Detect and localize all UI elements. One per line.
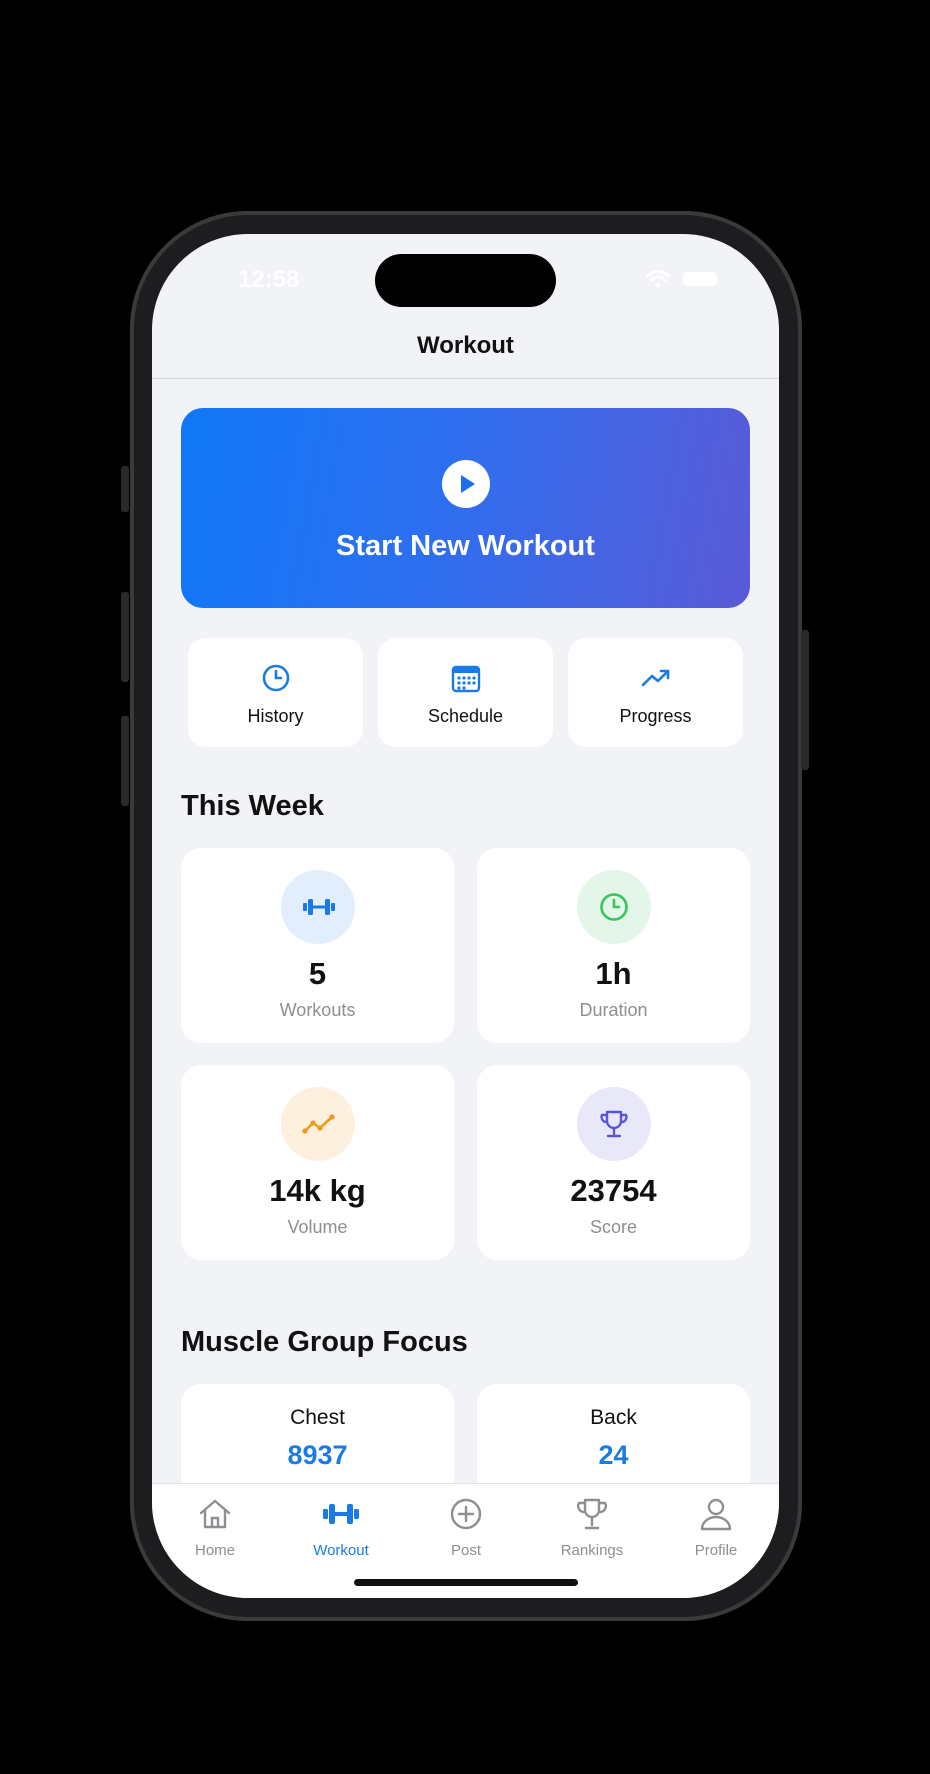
stat-value: 23754 — [570, 1173, 657, 1208]
action-button — [121, 466, 129, 512]
home-indicator — [354, 1579, 578, 1586]
stat-label: Score — [589, 1217, 638, 1237]
tab-profile[interactable]: Profile — [653, 1494, 779, 1559]
this-week-heading: This Week — [181, 790, 324, 822]
stat-card-duration[interactable]: 1h Duration — [477, 848, 750, 1043]
stat-value: 5 — [308, 956, 327, 991]
volume-down-button — [121, 716, 129, 806]
schedule-label: Schedule — [427, 706, 504, 726]
tab-label: Home — [194, 1542, 235, 1559]
dumbbell-icon — [323, 1504, 359, 1524]
stat-label: Workouts — [279, 1000, 356, 1020]
plus-circle-icon — [450, 1498, 482, 1530]
tab-post[interactable]: Post — [403, 1494, 529, 1559]
stat-value: 1h — [595, 956, 632, 991]
play-icon — [441, 460, 490, 508]
dynamic-island — [375, 254, 556, 307]
tab-label: Rankings — [560, 1542, 624, 1559]
status-time: 12:58 — [238, 266, 300, 293]
power-button — [801, 630, 809, 770]
history-button[interactable]: History — [188, 638, 363, 747]
stat-value: 14k kg — [269, 1173, 366, 1208]
progress-label: Progress — [619, 706, 692, 726]
trending-up-icon — [641, 669, 669, 687]
muscle-group-heading: Muscle Group Focus — [181, 1326, 468, 1358]
stat-label: Duration — [579, 1000, 648, 1020]
schedule-button[interactable]: Schedule — [378, 638, 553, 747]
page-title: Workout — [417, 332, 514, 359]
trophy-icon — [576, 1498, 608, 1530]
clock-icon — [576, 870, 651, 944]
tab-workout[interactable]: Workout — [278, 1494, 404, 1559]
history-label: History — [247, 706, 304, 726]
wifi-icon — [645, 270, 671, 288]
trophy-icon — [576, 1087, 651, 1161]
battery-icon — [683, 272, 717, 286]
nav-divider — [152, 378, 779, 379]
clock-icon — [262, 664, 289, 692]
tab-label: Profile — [694, 1542, 738, 1559]
trend-line-icon — [280, 1087, 355, 1161]
stat-card-volume[interactable]: 14k kg Volume — [181, 1065, 454, 1260]
stat-card-workouts[interactable]: 5 Workouts — [181, 848, 454, 1043]
progress-button[interactable]: Progress — [568, 638, 743, 747]
muscle-name: Chest — [290, 1406, 345, 1429]
start-workout-button[interactable]: Start New Workout — [181, 408, 750, 608]
muscle-name: Back — [590, 1406, 637, 1429]
person-icon — [700, 1498, 732, 1531]
calendar-icon — [451, 665, 480, 693]
muscle-value: 8937 — [287, 1440, 348, 1470]
app-screen: 12:58 Workout Start New Workout History — [152, 234, 779, 1598]
tab-rankings[interactable]: Rankings — [529, 1494, 655, 1559]
tab-home[interactable]: Home — [152, 1494, 278, 1559]
house-icon — [199, 1499, 231, 1529]
dumbbell-icon — [280, 870, 355, 944]
volume-up-button — [121, 592, 129, 682]
start-workout-label: Start New Workout — [336, 530, 595, 562]
stat-label: Volume — [287, 1217, 348, 1237]
tab-label: Workout — [313, 1542, 369, 1559]
tab-label: Post — [450, 1542, 481, 1559]
muscle-value: 24 — [598, 1440, 629, 1470]
status-indicators — [645, 269, 717, 289]
stat-card-score[interactable]: 23754 Score — [477, 1065, 750, 1260]
